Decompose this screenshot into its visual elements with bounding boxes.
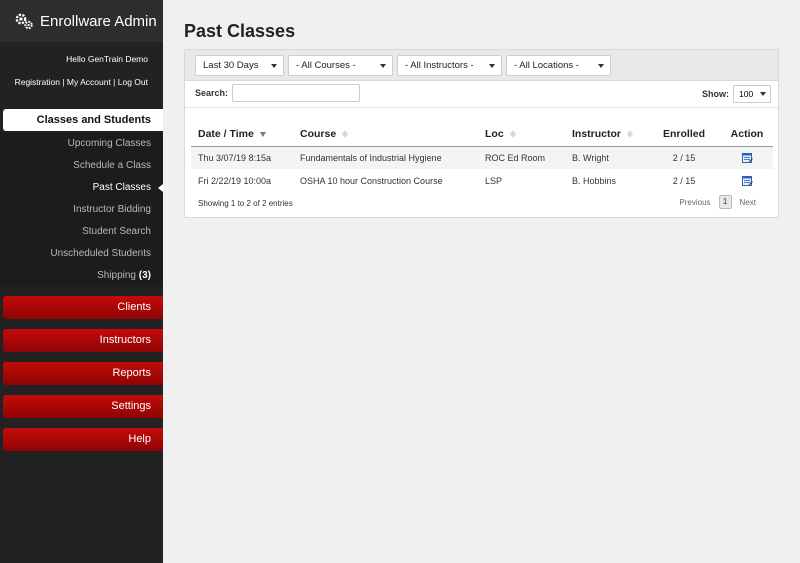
cell-course: Fundamentals of Industrial Hygiene [293, 146, 478, 169]
cell-enrolled: 2 / 15 [672, 175, 696, 186]
course-select[interactable]: - All Courses - [288, 55, 393, 76]
col-action: Action [721, 123, 773, 147]
course-value: - All Courses - [296, 60, 356, 71]
edit-icon[interactable] [741, 175, 753, 187]
show-label: Show: [702, 89, 729, 99]
chevron-down-icon [598, 64, 604, 68]
sort-icon [627, 130, 634, 139]
instructor-value: - All Instructors - [405, 60, 474, 71]
nav-settings[interactable]: Settings [3, 395, 163, 418]
col-course[interactable]: Course [293, 123, 478, 147]
cell-action [721, 169, 773, 192]
sidebar-item-student-search[interactable]: Student Search [0, 221, 163, 243]
cell-course: OSHA 10 hour Construction Course [300, 175, 443, 186]
brand-header[interactable]: Enrollware Admin [0, 0, 163, 42]
search-row: Search: Show: 100 [185, 81, 778, 108]
page-length-select[interactable]: 100 [733, 85, 771, 103]
col-label: Date / Time [198, 128, 254, 141]
app-title: Enrollware Admin [40, 12, 157, 30]
table-row: Thu 3/07/19 8:15a Fundamentals of Indust… [191, 146, 773, 169]
col-date-time[interactable]: Date / Time [191, 123, 293, 147]
edit-icon[interactable] [741, 152, 753, 164]
cell-loc: ROC Ed Room [478, 146, 565, 169]
date-range-select[interactable]: Last 30 Days [195, 55, 284, 76]
sidebar: Enrollware Admin Hello GenTrain Demo Reg… [0, 0, 163, 563]
search-input[interactable] [232, 84, 360, 102]
greeting: Hello GenTrain Demo [66, 54, 148, 64]
location-value: - All Locations - [514, 60, 579, 71]
nav-clients[interactable]: Clients [3, 296, 163, 319]
chevron-down-icon [380, 64, 386, 68]
col-label: Instructor [572, 128, 622, 141]
shipping-label: Shipping [97, 270, 136, 281]
cell-action [721, 146, 773, 169]
classes-panel: Last 30 Days - All Courses - - All Instr… [184, 49, 779, 218]
col-label: Loc [485, 128, 504, 141]
search-label: Search: [195, 88, 229, 98]
sidebar-item-instructor-bidding[interactable]: Instructor Bidding [0, 199, 163, 221]
col-instructor[interactable]: Instructor [565, 123, 647, 147]
cell-instructor: B. Hobbins [572, 175, 617, 186]
nav-instructors[interactable]: Instructors [3, 329, 163, 352]
main-content: Past Classes Last 30 Days - All Courses … [163, 0, 800, 563]
chevron-down-icon [489, 64, 495, 68]
sidebar-item-unscheduled-students[interactable]: Unscheduled Students [0, 243, 163, 265]
cell-loc: LSP [485, 175, 503, 186]
previous-page-button[interactable]: Previous [679, 198, 710, 207]
page-length-value: 100 [739, 89, 754, 99]
chevron-down-icon [760, 92, 766, 96]
pagination: Previous 1 Next [675, 195, 760, 209]
cell-enrolled: 2 / 15 [647, 146, 721, 169]
nav-help[interactable]: Help [3, 428, 163, 451]
gears-icon [14, 11, 34, 31]
nav-classes-and-students[interactable]: Classes and Students [3, 109, 163, 131]
instructor-select[interactable]: - All Instructors - [397, 55, 502, 76]
col-label: Course [300, 128, 337, 141]
cell-instructor: B. Wright [565, 146, 647, 169]
account-links: Registration | My Account | Log Out [0, 76, 148, 88]
link-separator: | [59, 77, 67, 87]
registration-link[interactable]: Registration [15, 77, 60, 87]
sidebar-item-upcoming-classes[interactable]: Upcoming Classes [0, 133, 163, 155]
sidebar-item-past-classes[interactable]: Past Classes [0, 177, 163, 199]
cell-datetime: Fri 2/22/19 10:00a [198, 175, 272, 186]
user-panel: Hello GenTrain Demo Registration | My Ac… [0, 42, 163, 88]
classes-submenu: Upcoming Classes Schedule a Class Past C… [0, 133, 163, 287]
location-select[interactable]: - All Locations - [506, 55, 611, 76]
table-row: Fri 2/22/19 10:00a OSHA 10 hour Construc… [191, 169, 773, 192]
sidebar-item-schedule-a-class[interactable]: Schedule a Class [0, 155, 163, 177]
cell-datetime: Thu 3/07/19 8:15a [191, 146, 293, 169]
page-title: Past Classes [184, 21, 296, 41]
filter-bar: Last 30 Days - All Courses - - All Instr… [185, 50, 778, 81]
table-info: Showing 1 to 2 of 2 entries [198, 199, 293, 208]
page-1-button[interactable]: 1 [718, 195, 732, 209]
shipping-count-badge: (3) [138, 270, 151, 281]
sort-icon [342, 130, 349, 139]
col-loc[interactable]: Loc [478, 123, 565, 147]
col-enrolled: Enrolled [647, 123, 721, 147]
my-account-link[interactable]: My Account [67, 77, 111, 87]
sort-desc-icon [259, 131, 266, 137]
classes-table: Date / Time Course Loc Instructor Enroll… [191, 123, 773, 192]
link-separator: | [110, 77, 118, 87]
sort-icon [509, 130, 516, 139]
sidebar-item-shipping[interactable]: Shipping (3) [0, 265, 163, 287]
nav-reports[interactable]: Reports [3, 362, 163, 385]
chevron-down-icon [271, 64, 277, 68]
logout-link[interactable]: Log Out [118, 77, 148, 87]
next-page-button[interactable]: Next [740, 198, 756, 207]
table-header-row: Date / Time Course Loc Instructor Enroll… [191, 123, 773, 147]
date-range-value: Last 30 Days [203, 60, 259, 71]
